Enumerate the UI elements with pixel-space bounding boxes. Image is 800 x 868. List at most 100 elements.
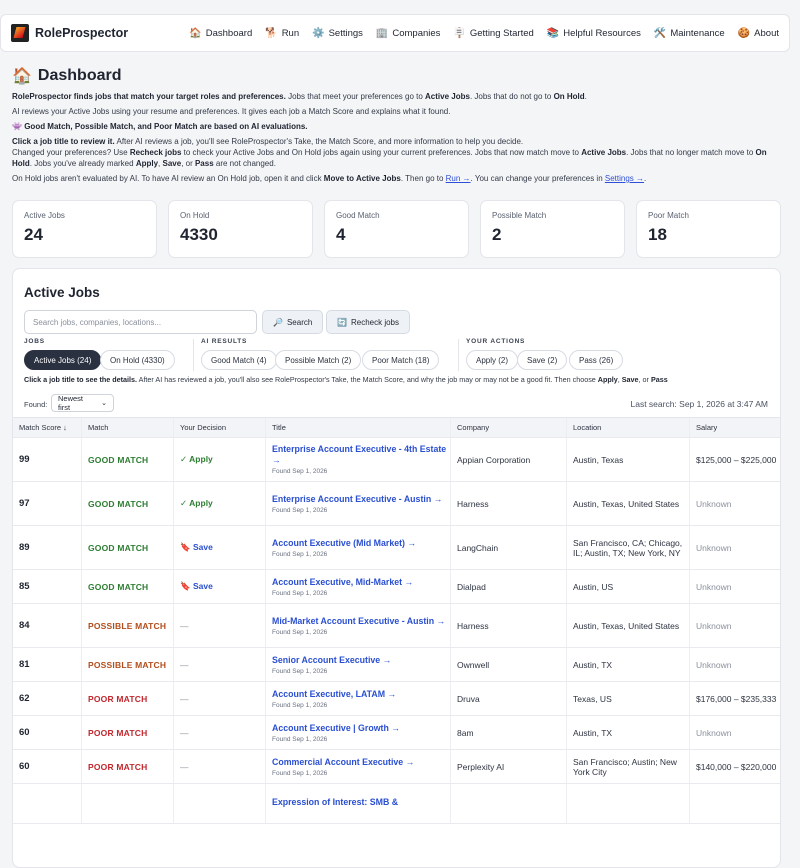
table-row: 81 POSSIBLE MATCH — Senior Account Executiv… [13, 648, 780, 682]
job-title-link[interactable]: Mid-Market Account Executive - Austin → [272, 616, 445, 627]
decision: — [180, 620, 189, 631]
company: LangChain [457, 542, 499, 553]
salary: $140,000 – $220,000 [696, 761, 777, 772]
job-title-link[interactable]: Commercial Account Executive → [272, 757, 414, 768]
filter-active-jobs[interactable]: Active Jobs (24) [24, 350, 102, 370]
location: San Francisco; Austin; New York City [573, 756, 677, 777]
stats-row: Active Jobs 24 On Hold 4330 Good Match 4 Possi… [12, 200, 781, 258]
filter-good-match[interactable]: Good Match (4) [201, 350, 277, 370]
location: Austin, TX [573, 659, 613, 670]
nav-icon: 🪧 [453, 27, 466, 39]
chevron-down-icon: ⌄ [101, 400, 107, 407]
found-date: Found Sep 1, 2026 [272, 667, 328, 675]
match-score: 84 [19, 620, 30, 631]
group-divider [193, 339, 194, 371]
nav-dashboard[interactable]: 🏠 Dashboard [189, 28, 252, 39]
filter-on-hold[interactable]: On Hold (4330) [100, 350, 175, 370]
column-header[interactable]: Company [451, 418, 567, 437]
stat-card-possible-match[interactable]: Possible Match 2 [480, 200, 625, 258]
salary: Unknown [696, 498, 732, 509]
nav-links: 🏠 Dashboard 🐕 Run ⚙️ Settings 🏢 Companies 🪧 Getti… [189, 28, 779, 39]
job-title-link[interactable]: Expression of Interest: SMB & [272, 797, 398, 808]
house-icon: 🏠 [12, 68, 32, 85]
filter-save[interactable]: Save (2) [517, 350, 568, 370]
salary: Unknown [696, 581, 732, 592]
salary: Unknown [696, 727, 732, 738]
decision: ✓ Apply [180, 498, 213, 508]
sort-select[interactable]: Newest first ⌄ [51, 394, 114, 412]
search-input[interactable] [24, 310, 257, 334]
nav-helpful-resources[interactable]: 📚 Helpful Resources [547, 28, 641, 39]
brand-name: RoleProspector [35, 26, 129, 40]
active-jobs-title: Active Jobs [24, 285, 100, 300]
nav-companies[interactable]: 🏢 Companies [376, 28, 441, 39]
job-title-link[interactable]: Account Executive, LATAM → [272, 689, 396, 700]
brand[interactable]: RoleProspector [11, 24, 128, 42]
jobs-group-label: JOBS [24, 338, 45, 345]
location: Austin, Texas [573, 454, 624, 465]
decision: — [180, 761, 189, 772]
recheck-jobs-button[interactable]: 🔄 Recheck jobs [326, 310, 410, 334]
your-actions-group-label: YOUR ACTIONS [466, 338, 526, 345]
job-title-link[interactable]: Senior Account Executive → [272, 655, 391, 666]
filter-apply[interactable]: Apply (2) [466, 350, 519, 370]
stat-card-active-jobs[interactable]: Active Jobs 24 [12, 200, 157, 258]
filter-possible-match[interactable]: Possible Match (2) [275, 350, 362, 370]
column-header[interactable]: Match [82, 418, 174, 437]
match-score: 60 [19, 727, 30, 738]
decision: ✓ Apply [180, 454, 213, 464]
intro-p4: Click a job title to review it. After AI… [12, 137, 524, 146]
job-title-link[interactable]: Account Executive, Mid-Market → [272, 577, 413, 588]
found-date: Found Sep 1, 2026 [272, 589, 328, 597]
nav-about[interactable]: 🍪 About [738, 28, 779, 39]
column-header[interactable]: Title [266, 418, 451, 437]
column-header[interactable]: Salary [690, 418, 780, 437]
nav-settings[interactable]: ⚙️ Settings [312, 28, 363, 39]
ai-results-group-label: AI RESULTS [201, 338, 248, 345]
nav-maintenance[interactable]: 🛠️ Maintenance [654, 28, 725, 39]
table-row: 60 POOR MATCH — Account Executive | Growth … [13, 716, 780, 750]
column-header[interactable]: Your Decision [174, 418, 266, 437]
page-title: 🏠 Dashboard [12, 66, 780, 86]
nav-run[interactable]: 🐕 Run [265, 28, 299, 39]
stat-label: Good Match [336, 211, 380, 220]
run-link[interactable]: Run → [446, 174, 471, 183]
job-title-link[interactable]: Enterprise Account Executive - 4th Estat… [272, 444, 450, 466]
active-jobs-panel: Active Jobs 🔎 Search 🔄 Recheck jobs JOBS… [12, 268, 781, 868]
match-score: 89 [19, 542, 30, 553]
stat-label: Possible Match [492, 211, 547, 220]
match-label: GOOD MATCH [88, 581, 149, 592]
company: Harness [457, 498, 489, 509]
match-score: 60 [19, 761, 30, 772]
decision: — [180, 727, 189, 738]
nav-getting-started[interactable]: 🪧 Getting Started [453, 28, 533, 39]
search-button[interactable]: 🔎 Search [262, 310, 324, 334]
stat-card-on-hold[interactable]: On Hold 4330 [168, 200, 313, 258]
match-score: 99 [19, 454, 30, 465]
location: San Francisco, CA; Chicago, IL; Austin, … [573, 537, 683, 558]
nav-icon: 🐕 [265, 27, 278, 39]
found-date: Found Sep 1, 2026 [272, 769, 328, 777]
filter-poor-match[interactable]: Poor Match (18) [362, 350, 440, 370]
match-label: GOOD MATCH [88, 454, 149, 465]
settings-link[interactable]: Settings → [605, 174, 644, 183]
column-header[interactable]: Match Score ↓ [13, 418, 82, 437]
stat-label: Active Jobs [24, 211, 65, 220]
stat-card-poor-match[interactable]: Poor Match 18 [636, 200, 781, 258]
stat-value: 4 [336, 225, 346, 244]
stat-card-good-match[interactable]: Good Match 4 [324, 200, 469, 258]
salary: $125,000 – $225,000 [696, 454, 777, 465]
found-date: Found Sep 1, 2026 [272, 468, 328, 475]
table-helper-text: Click a job title to see the details. Af… [24, 375, 668, 384]
match-label: POOR MATCH [88, 693, 148, 704]
job-title-link[interactable]: Enterprise Account Executive - Austin → [272, 494, 442, 505]
column-header[interactable]: Location [567, 418, 690, 437]
job-title-link[interactable]: Account Executive (Mid Market) → [272, 538, 416, 549]
job-title-link[interactable]: Account Executive | Growth → [272, 723, 400, 734]
match-score: 62 [19, 693, 30, 704]
company: Druva [457, 693, 480, 704]
decision: 🔖 Save [180, 581, 213, 591]
intro-p5: Changed your preferences? Use Recheck jo… [12, 148, 767, 168]
stat-label: Poor Match [648, 211, 689, 220]
filter-pass[interactable]: Pass (26) [569, 350, 624, 370]
